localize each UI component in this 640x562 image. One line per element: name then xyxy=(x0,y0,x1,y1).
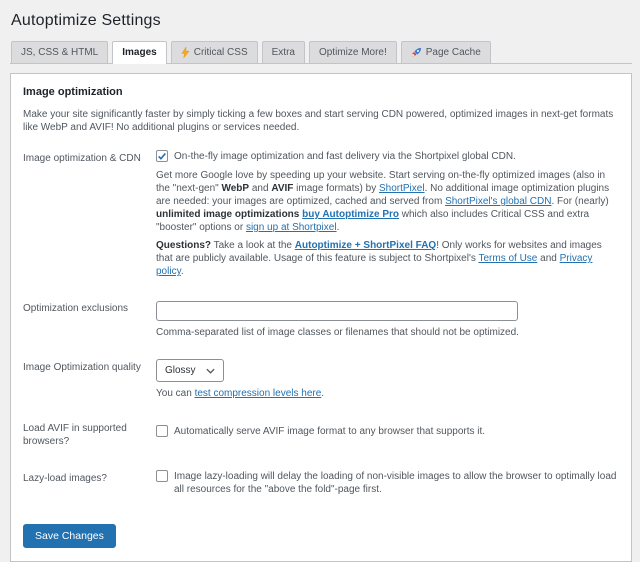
row-content: Glossy You can test compression levels h… xyxy=(156,359,619,400)
quality-helper: You can test compression levels here. xyxy=(156,387,619,400)
tab-label: Extra xyxy=(272,47,295,58)
text-bold: Questions? xyxy=(156,240,211,251)
tab-label: Critical CSS xyxy=(194,47,248,58)
faq-link[interactable]: Autoptimize + ShortPixel FAQ xyxy=(295,240,436,251)
chevron-down-icon xyxy=(206,368,215,374)
row-content: Comma-separated list of image classes or… xyxy=(156,300,619,339)
text: . xyxy=(321,388,324,399)
shortpixel-cdn-link[interactable]: ShortPixel's global CDN xyxy=(445,196,551,207)
cdn-checkbox-label: On-the-fly image optimization and fast d… xyxy=(174,150,516,163)
text: You can xyxy=(156,388,195,399)
tab-critical-css[interactable]: Critical CSS xyxy=(171,41,258,63)
exclusions-helper: Comma-separated list of image classes or… xyxy=(156,326,619,339)
tab-extra[interactable]: Extra xyxy=(262,41,305,63)
row-label: Image Optimization quality xyxy=(23,359,144,400)
page-title: Autoptimize Settings xyxy=(11,12,632,30)
cdn-questions: Questions? Take a look at the Autoptimiz… xyxy=(156,239,619,278)
tab-label: JS, CSS & HTML xyxy=(21,47,98,58)
cdn-checkbox[interactable] xyxy=(156,150,168,162)
exclusions-input[interactable] xyxy=(156,301,518,321)
lazyload-checkbox[interactable] xyxy=(156,470,168,482)
panel-heading: Image optimization xyxy=(23,86,619,98)
lightning-icon xyxy=(181,47,190,58)
text-bold: unlimited image optimizations xyxy=(156,209,299,220)
row-content: On-the-fly image optimization and fast d… xyxy=(156,150,619,278)
terms-of-use-link[interactable]: Terms of Use xyxy=(478,253,537,264)
row-optimization-quality: Image Optimization quality Glossy You ca… xyxy=(23,359,619,400)
text: . xyxy=(181,266,184,277)
text-bold: WebP xyxy=(221,183,249,194)
row-label: Image optimization & CDN xyxy=(23,150,144,278)
lazyload-checkbox-label: Image lazy-loading will delay the loadin… xyxy=(174,470,619,496)
row-content: Image lazy-loading will delay the loadin… xyxy=(156,470,619,502)
quality-select[interactable]: Glossy xyxy=(156,359,224,382)
tab-images[interactable]: Images xyxy=(112,41,166,64)
panel-intro: Make your site significantly faster by s… xyxy=(23,108,619,134)
tab-page-cache[interactable]: Page Cache xyxy=(401,41,491,63)
row-optimization-exclusions: Optimization exclusions Comma-separated … xyxy=(23,300,619,339)
test-compression-link[interactable]: test compression levels here xyxy=(195,388,322,399)
tab-optimize-more[interactable]: Optimize More! xyxy=(309,41,397,63)
checkmark-icon xyxy=(157,151,167,161)
row-lazy-load: Lazy-load images? Image lazy-loading wil… xyxy=(23,470,619,502)
row-image-optimization-cdn: Image optimization & CDN On-the-fly imag… xyxy=(23,150,619,278)
admin-page: Autoptimize Settings JS, CSS & HTML Imag… xyxy=(0,0,640,562)
sign-up-shortpixel-link[interactable]: sign up at Shortpixel xyxy=(246,222,337,233)
text: Take a look at the xyxy=(211,240,295,251)
tab-bar: JS, CSS & HTML Images Critical CSS Extra… xyxy=(10,41,632,64)
text: image formats) by xyxy=(293,183,379,194)
text: . For (nearly) xyxy=(551,196,608,207)
row-label: Optimization exclusions xyxy=(23,300,144,339)
avif-checkbox[interactable] xyxy=(156,425,168,437)
rocket-icon xyxy=(411,47,422,58)
row-label: Load AVIF in supported browsers? xyxy=(23,420,144,448)
row-content: Automatically serve AVIF image format to… xyxy=(156,420,619,448)
cdn-description: Get more Google love by speeding up your… xyxy=(156,169,619,234)
tab-label: Optimize More! xyxy=(319,47,387,58)
text: and xyxy=(537,253,559,264)
text: and xyxy=(249,183,271,194)
avif-checkbox-label: Automatically serve AVIF image format to… xyxy=(174,425,485,438)
tab-js-css-html[interactable]: JS, CSS & HTML xyxy=(11,41,108,63)
shortpixel-link[interactable]: ShortPixel xyxy=(379,183,425,194)
buy-autoptimize-pro-link[interactable]: buy Autoptimize Pro xyxy=(302,209,399,220)
row-label: Lazy-load images? xyxy=(23,470,144,502)
text: . xyxy=(337,222,340,233)
save-changes-button[interactable]: Save Changes xyxy=(23,524,116,548)
row-load-avif: Load AVIF in supported browsers? Automat… xyxy=(23,420,619,448)
quality-select-value: Glossy xyxy=(165,364,196,377)
text-bold: AVIF xyxy=(271,183,293,194)
tab-label: Page Cache xyxy=(426,47,481,58)
tab-label: Images xyxy=(122,47,156,58)
image-optimization-panel: Image optimization Make your site signif… xyxy=(10,73,632,562)
